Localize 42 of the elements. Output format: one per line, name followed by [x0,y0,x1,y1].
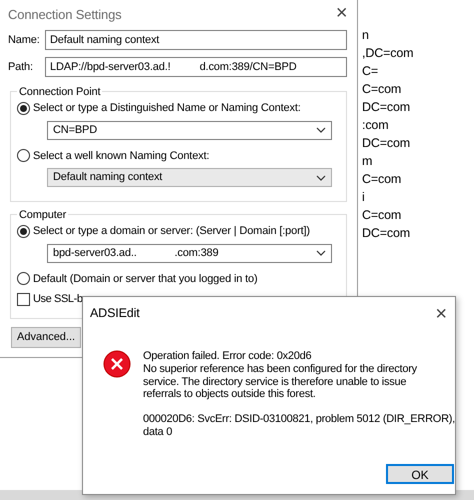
group-title: Computer [17,207,68,224]
background-text: C=com [361,207,402,224]
background-text: ,DC=com [361,45,414,62]
radio-label: Select a well known Naming Context: [33,148,210,164]
radio-label: Select or type a domain or server: (Server | Domain [:port]) [33,224,310,239]
close-button[interactable]: × [332,2,352,23]
chevron-down-icon [316,250,326,256]
background-text: C=com [361,171,402,188]
radio-label: Select or type a Distinguished Name or Naming Context: [33,101,301,116]
text-field[interactable]: Default naming context [45,30,347,50]
dialog-title: ADSIEdit [90,305,140,322]
background-text: C=com [361,81,402,98]
combo-box[interactable]: CN=BPD [47,120,332,140]
background-text: :com [361,117,388,134]
radio-button[interactable] [17,102,30,115]
background-text: C= [361,63,378,80]
message-text: 000020D6: SvcErr: DSID-03100821, problem 5012 (DIR_ERROR), data 0 [143,413,455,439]
background-text: DC=com [361,225,410,242]
message-text: Operation failed. Error code: 0x20d6 No superior reference has been configured for the directory service. The directory service is therefore unable to issue referrals to objects outside this forest. [143,350,417,402]
radio-button[interactable] [17,149,30,162]
background-text: n [361,27,369,44]
field-label: Path: [8,60,34,75]
text-field[interactable]: LDAP://bpd-server03.ad.! d.com:389/CN=BPD [45,57,347,77]
checkbox[interactable] [17,292,30,306]
combo-box[interactable]: bpd-server03.ad.. .com:389 [47,244,332,262]
ok-button[interactable]: OK [386,464,454,484]
advanced-button[interactable]: Advanced... [11,327,82,348]
close-button[interactable]: × [431,304,451,324]
background-text: m [361,153,372,170]
background-text: i [361,189,365,206]
dialog-title: Connection Settings [7,6,122,24]
radio-label: Default (Domain or server that you logged in to) [33,272,258,286]
background-text: DC=com [361,135,410,152]
background-text: DC=com [361,99,410,116]
radio-button[interactable] [17,272,30,286]
chevron-down-icon [316,127,326,133]
checkbox-label: Use SSL-b [33,292,83,307]
combo-box[interactable]: Default naming context [47,168,332,187]
radio-button[interactable] [17,224,30,238]
field-label: Name: [8,32,41,48]
chevron-down-icon [316,174,326,180]
error-icon [103,350,131,378]
